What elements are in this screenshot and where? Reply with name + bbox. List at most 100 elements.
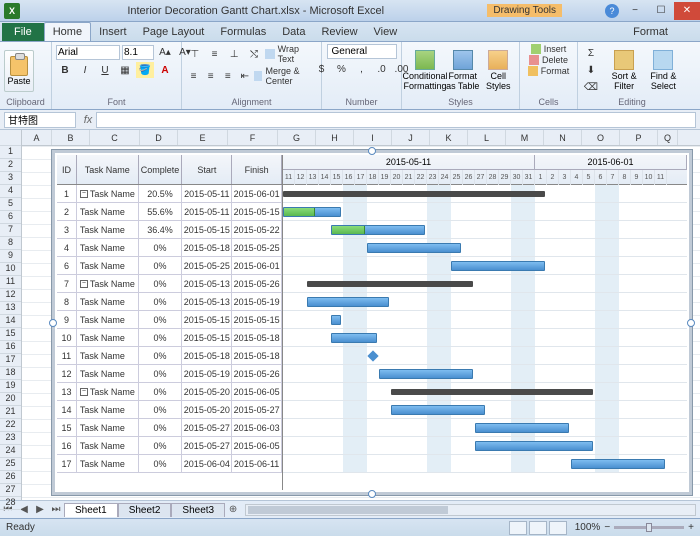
row-header[interactable]: 1 — [0, 146, 21, 159]
column-header[interactable]: L — [468, 130, 506, 145]
task-bar[interactable] — [391, 389, 593, 395]
clear-icon[interactable]: ⌫ — [582, 80, 600, 96]
tab-file[interactable]: File — [2, 23, 44, 41]
normal-view-button[interactable] — [509, 521, 527, 535]
align-top-icon[interactable]: ⊤ — [186, 46, 204, 62]
font-size-input[interactable] — [122, 45, 154, 60]
sheet-tab-1[interactable]: Sheet1 — [64, 503, 118, 517]
row-header[interactable]: 10 — [0, 263, 21, 276]
sheet-tab-3[interactable]: Sheet3 — [171, 503, 225, 517]
align-right-icon[interactable]: ≡ — [220, 68, 235, 84]
task-bar[interactable] — [391, 405, 485, 415]
tab-view[interactable]: View — [366, 23, 406, 41]
column-header[interactable]: D — [140, 130, 178, 145]
currency-icon[interactable]: $ — [313, 61, 331, 77]
tab-data[interactable]: Data — [274, 23, 313, 41]
tab-nav-last[interactable]: ⏭ — [48, 504, 64, 515]
column-header[interactable]: B — [52, 130, 90, 145]
select-all-corner[interactable] — [0, 130, 21, 146]
tab-page-layout[interactable]: Page Layout — [135, 23, 213, 41]
column-header[interactable]: H — [316, 130, 354, 145]
task-row[interactable]: 2Task Name55.6%2015-05-112015-05-15 — [57, 203, 282, 221]
new-sheet-icon[interactable]: ⊕ — [225, 504, 241, 515]
wrap-text-button[interactable]: Wrap Text — [265, 44, 317, 64]
task-bar[interactable] — [571, 459, 665, 469]
row-header[interactable]: 14 — [0, 315, 21, 328]
column-header[interactable]: P — [620, 130, 658, 145]
gantt-chart-object[interactable]: ID Task Name Complete Start Finish 1−Tas… — [52, 150, 692, 495]
zoom-slider[interactable] — [614, 526, 684, 529]
task-row[interactable]: 6Task Name0%2015-05-252015-06-01 — [57, 257, 282, 275]
row-header[interactable]: 6 — [0, 211, 21, 224]
resize-handle-e[interactable] — [687, 319, 695, 327]
font-color-button[interactable]: A — [156, 62, 174, 78]
zoom-level[interactable]: 100% — [575, 522, 601, 533]
align-left-icon[interactable]: ≡ — [186, 68, 201, 84]
task-row[interactable]: 12Task Name0%2015-05-192015-05-26 — [57, 365, 282, 383]
row-header[interactable]: 27 — [0, 484, 21, 497]
task-bar[interactable] — [283, 191, 545, 197]
column-header[interactable]: F — [228, 130, 278, 145]
tab-home[interactable]: Home — [44, 22, 91, 41]
row-header[interactable]: 5 — [0, 198, 21, 211]
task-bar[interactable] — [451, 261, 545, 271]
cell-styles-button[interactable]: Cell Styles — [482, 49, 516, 93]
format-cells-button[interactable]: Format — [528, 66, 570, 76]
column-header[interactable]: G — [278, 130, 316, 145]
row-header[interactable]: 11 — [0, 276, 21, 289]
border-button[interactable]: ▦ — [116, 62, 134, 78]
row-header[interactable]: 28 — [0, 497, 21, 510]
task-bar[interactable] — [379, 369, 473, 379]
close-button[interactable]: ✕ — [674, 2, 700, 20]
row-header[interactable]: 4 — [0, 185, 21, 198]
maximize-button[interactable]: ☐ — [648, 2, 674, 20]
tab-insert[interactable]: Insert — [91, 23, 135, 41]
task-bar[interactable] — [475, 423, 569, 433]
task-row[interactable]: 9Task Name0%2015-05-152015-05-15 — [57, 311, 282, 329]
task-bar[interactable] — [331, 333, 377, 343]
column-header[interactable]: A — [22, 130, 52, 145]
task-bar[interactable] — [331, 225, 425, 235]
insert-cells-button[interactable]: Insert — [531, 44, 567, 54]
task-row[interactable]: 8Task Name0%2015-05-132015-05-19 — [57, 293, 282, 311]
row-header[interactable]: 7 — [0, 224, 21, 237]
help-icon[interactable]: ? — [605, 4, 619, 18]
column-header[interactable]: E — [178, 130, 228, 145]
row-header[interactable]: 23 — [0, 432, 21, 445]
task-row[interactable]: 1−Task Name20.5%2015-05-112015-06-01 — [57, 185, 282, 203]
percent-icon[interactable]: % — [333, 61, 351, 77]
milestone-icon[interactable] — [367, 350, 378, 361]
page-break-view-button[interactable] — [549, 521, 567, 535]
task-bar[interactable] — [367, 243, 461, 253]
resize-handle-s[interactable] — [368, 490, 376, 498]
sort-filter-button[interactable]: Sort & Filter — [606, 49, 643, 93]
format-as-table-button[interactable]: Format as Table — [446, 49, 480, 93]
tab-formulas[interactable]: Formulas — [212, 23, 274, 41]
cell-grid[interactable]: ID Task Name Complete Start Finish 1−Tas… — [22, 146, 700, 500]
row-header[interactable]: 16 — [0, 341, 21, 354]
row-header[interactable]: 8 — [0, 237, 21, 250]
underline-button[interactable]: U — [96, 62, 114, 78]
row-header[interactable]: 24 — [0, 445, 21, 458]
row-header[interactable]: 15 — [0, 328, 21, 341]
autosum-icon[interactable]: Σ — [582, 46, 600, 62]
tab-review[interactable]: Review — [313, 23, 365, 41]
row-header[interactable]: 25 — [0, 458, 21, 471]
task-row[interactable]: 4Task Name0%2015-05-182015-05-25 — [57, 239, 282, 257]
row-header[interactable]: 18 — [0, 367, 21, 380]
column-header[interactable]: I — [354, 130, 392, 145]
row-header[interactable]: 21 — [0, 406, 21, 419]
row-header[interactable]: 20 — [0, 393, 21, 406]
formula-input[interactable] — [96, 112, 696, 128]
align-center-icon[interactable]: ≡ — [203, 68, 218, 84]
column-header[interactable]: Q — [658, 130, 678, 145]
align-mid-icon[interactable]: ≡ — [206, 46, 224, 62]
column-header[interactable]: N — [544, 130, 582, 145]
column-header[interactable]: C — [90, 130, 140, 145]
task-bar[interactable] — [307, 281, 473, 287]
task-row[interactable]: 15Task Name0%2015-05-272015-06-03 — [57, 419, 282, 437]
row-header[interactable]: 13 — [0, 302, 21, 315]
italic-button[interactable]: I — [76, 62, 94, 78]
conditional-formatting-button[interactable]: Conditional Formatting — [406, 49, 444, 93]
comma-icon[interactable]: , — [353, 61, 371, 77]
